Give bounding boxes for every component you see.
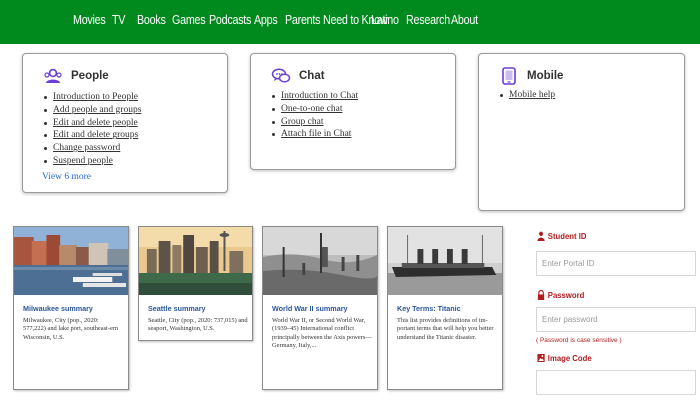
article-title: World War II summary (272, 304, 348, 313)
list-item: Change password (43, 142, 141, 155)
help-link[interactable]: Edit and delete people (53, 118, 138, 128)
login-form: Student ID Enter Portal ID Password Ente… (531, 222, 700, 400)
link-list: Mobile help (499, 89, 555, 102)
user-icon (537, 231, 545, 241)
list-item: One-to-one chat (271, 103, 358, 116)
card-title: People (71, 70, 109, 82)
list-item: Mobile help (499, 89, 555, 102)
article-card-world-war-ii[interactable]: World War II summary World War II, or Se… (262, 226, 378, 390)
image-code-input[interactable] (536, 370, 696, 395)
nav-item-apps[interactable]: Apps (254, 13, 278, 27)
label-text: Student ID (547, 231, 587, 241)
article-title: Key Terms: Titanic (397, 304, 461, 313)
link-list: Introduction to Chat One-to-one chat Gro… (271, 90, 358, 141)
help-card-chat: Chat Introduction to Chat One-to-one cha… (250, 53, 456, 170)
list-item: Introduction to Chat (271, 90, 358, 103)
article-card-titanic[interactable]: Key Terms: Titanic This list provides de… (387, 226, 503, 390)
card-header: Mobile (499, 66, 563, 86)
nav-item-about[interactable]: About (451, 13, 478, 27)
help-link[interactable]: Edit and delete groups (53, 130, 138, 140)
help-card-people: People Introduction to People Add people… (22, 53, 228, 193)
nav-item-games[interactable]: Games (172, 13, 206, 27)
help-link[interactable]: Attach file in Chat (281, 129, 351, 139)
password-input[interactable]: Enter password (536, 307, 696, 332)
password-label: Password (537, 290, 584, 300)
people-icon (43, 66, 63, 86)
help-link[interactable]: Mobile help (509, 90, 555, 100)
list-item: Group chat (271, 116, 358, 129)
image-icon (537, 354, 545, 362)
list-item: Edit and delete groups (43, 129, 141, 142)
top-nav-bar: Movies TV Books Games Podcasts Apps Pare… (0, 0, 700, 44)
help-link[interactable]: One-to-one chat (281, 104, 342, 114)
nav-item-tv[interactable]: TV (112, 13, 125, 27)
student-id-input[interactable]: Enter Portal ID (536, 251, 696, 276)
wwii-soldiers-photo (263, 227, 377, 295)
card-title: Mobile (527, 70, 564, 82)
student-id-label: Student ID (537, 231, 586, 241)
label-text: Password (547, 290, 585, 300)
lock-icon (537, 290, 545, 300)
label-text: Image Code (547, 353, 592, 363)
help-link[interactable]: Suspend people (53, 156, 113, 166)
card-header: Chat (271, 66, 325, 86)
article-card-milwaukee[interactable]: Milwaukee summary Milwaukee, City (pop.,… (13, 226, 129, 390)
help-link[interactable]: Introduction to Chat (281, 91, 358, 101)
card-header: People (43, 66, 109, 86)
article-description: This list provides definitions of im-por… (397, 317, 494, 341)
article-description: Milwaukee, City (pop., 2020: 577,222) an… (23, 317, 119, 341)
nav-item-podcasts[interactable]: Podcasts (209, 13, 251, 27)
list-item: Add people and groups (43, 104, 141, 117)
article-description: World War II, or Second World War, (1939… (272, 317, 372, 350)
card-title: Chat (299, 70, 325, 82)
list-item: Suspend people (43, 155, 141, 168)
help-link[interactable]: Group chat (281, 117, 323, 127)
help-link[interactable]: Add people and groups (53, 105, 141, 115)
nav-item-research[interactable]: Research (406, 13, 450, 27)
link-list: Introduction to People Add people and gr… (43, 91, 141, 168)
mobile-icon (499, 66, 519, 86)
view-more-link[interactable]: View 6 more (42, 172, 91, 182)
help-link[interactable]: Introduction to People (53, 92, 138, 102)
image-code-label: Image Code (537, 353, 592, 363)
chat-icon (271, 66, 291, 86)
help-link[interactable]: Change password (53, 143, 120, 153)
nav-item-movies[interactable]: Movies (73, 13, 106, 27)
milwaukee-harbor-photo (14, 227, 128, 295)
list-item: Attach file in Chat (271, 128, 358, 141)
seattle-skyline-photo (139, 227, 252, 295)
nav-item-latino[interactable]: Latino (371, 13, 399, 27)
list-item: Introduction to People (43, 91, 141, 104)
list-item: Edit and delete people (43, 117, 141, 130)
article-title: Seattle summary (148, 304, 206, 313)
article-title: Milwaukee summary (23, 304, 93, 313)
nav-item-books[interactable]: Books (137, 13, 166, 27)
titanic-ship-photo (388, 227, 502, 295)
article-card-seattle[interactable]: Seattle summary Seattle, City (pop., 202… (138, 226, 253, 341)
article-description: Seattle, City (pop., 2020: 737,015) and … (148, 317, 248, 333)
password-case-note: ( Password is case sensitive ) (536, 337, 622, 344)
help-card-mobile: Mobile Mobile help (478, 53, 685, 211)
